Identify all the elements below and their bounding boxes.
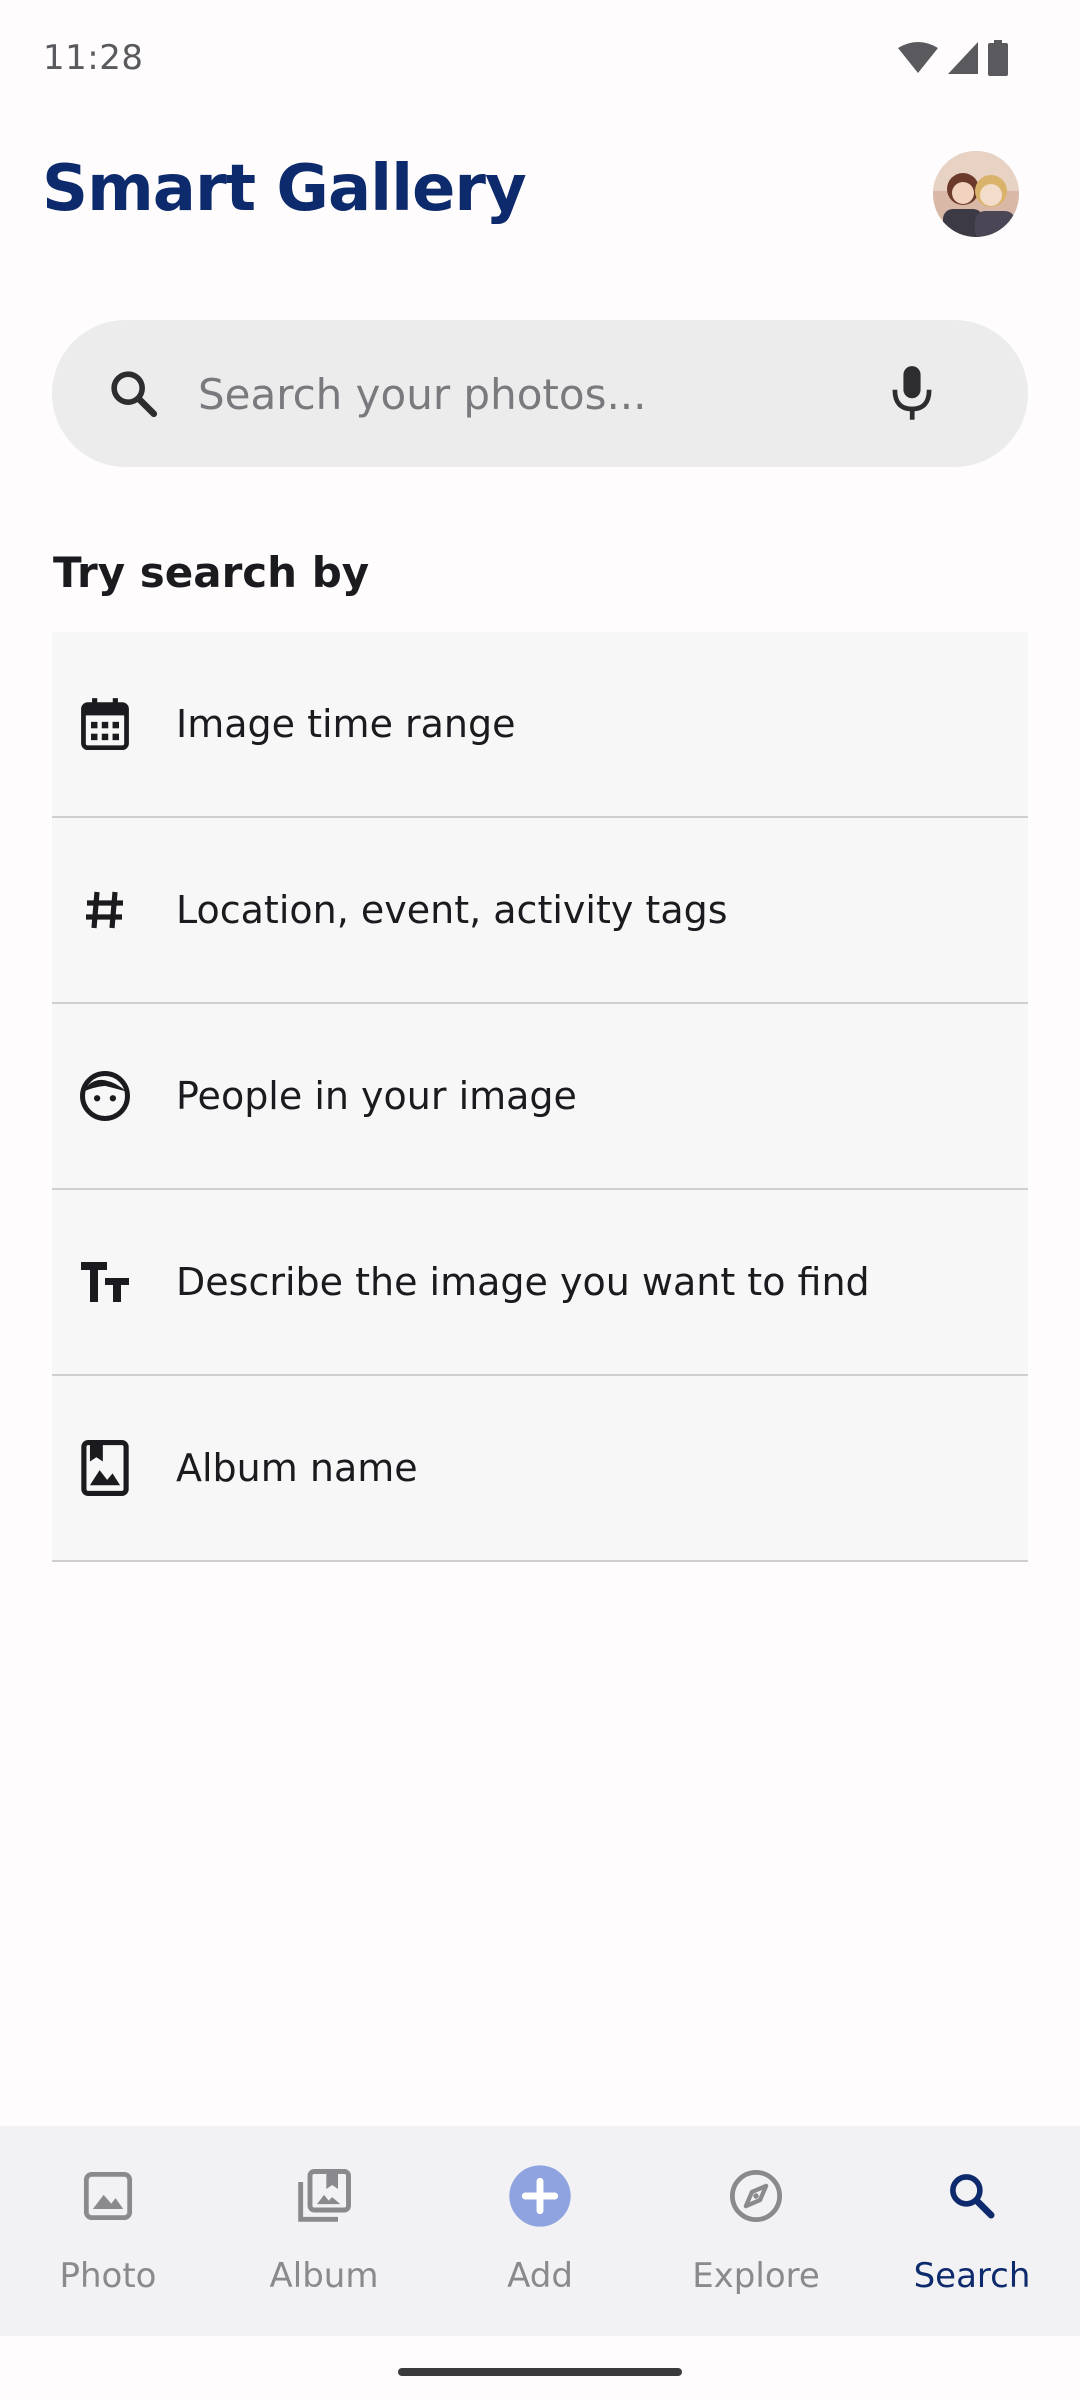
nav-label: Album [269, 2256, 379, 2296]
status-bar: 11:28 [0, 0, 1080, 120]
add-circle-icon [508, 2164, 572, 2228]
search-input[interactable] [198, 360, 838, 428]
nav-label: Search [913, 2256, 1031, 2296]
suggestion-label: Location, event, activity tags [176, 888, 728, 932]
nav-label: Photo [59, 2256, 157, 2296]
nav-label: Explore [692, 2256, 820, 2296]
gesture-navigation-bar[interactable] [398, 2368, 682, 2376]
battery-icon [988, 40, 1008, 76]
suggestion-label: Album name [176, 1446, 418, 1490]
suggestion-people[interactable]: People in your image [52, 1004, 1028, 1190]
suggestion-list: Image time range Location, event, activi… [52, 632, 1028, 1562]
suggestion-label: Image time range [176, 702, 516, 746]
app-title: Smart Gallery [42, 152, 527, 226]
microphone-icon[interactable] [886, 364, 938, 424]
library-icon [292, 2164, 356, 2228]
hashtag-icon [75, 880, 135, 940]
search-icon [940, 2164, 1004, 2228]
suggestion-album[interactable]: Album name [52, 1376, 1028, 1562]
nav-album[interactable]: Album [216, 2126, 432, 2336]
nav-explore[interactable]: Explore [648, 2126, 864, 2336]
text-fields-icon [75, 1252, 135, 1312]
face-icon [75, 1066, 135, 1126]
suggestion-describe[interactable]: Describe the image you want to find [52, 1190, 1028, 1376]
calendar-icon [75, 694, 135, 754]
nav-add[interactable]: Add [432, 2126, 648, 2336]
compass-icon [724, 2164, 788, 2228]
suggestion-label: Describe the image you want to find [176, 1260, 870, 1304]
status-time: 11:28 [43, 38, 144, 78]
cellular-signal-icon [948, 42, 978, 74]
section-title: Try search by [53, 548, 370, 597]
nav-search[interactable]: Search [864, 2126, 1080, 2336]
photo-album-icon [75, 1438, 135, 1498]
image-icon [76, 2164, 140, 2228]
suggestion-label: People in your image [176, 1074, 577, 1118]
status-icons [898, 40, 1008, 76]
bottom-navigation: Photo Album Add Explore Search [0, 2126, 1080, 2336]
search-icon[interactable] [106, 366, 162, 422]
nav-label: Add [507, 2256, 573, 2296]
suggestion-tags[interactable]: Location, event, activity tags [52, 818, 1028, 1004]
wifi-icon [898, 42, 938, 73]
suggestion-time-range[interactable]: Image time range [52, 632, 1028, 818]
nav-photo[interactable]: Photo [0, 2126, 216, 2336]
avatar[interactable] [933, 151, 1019, 237]
